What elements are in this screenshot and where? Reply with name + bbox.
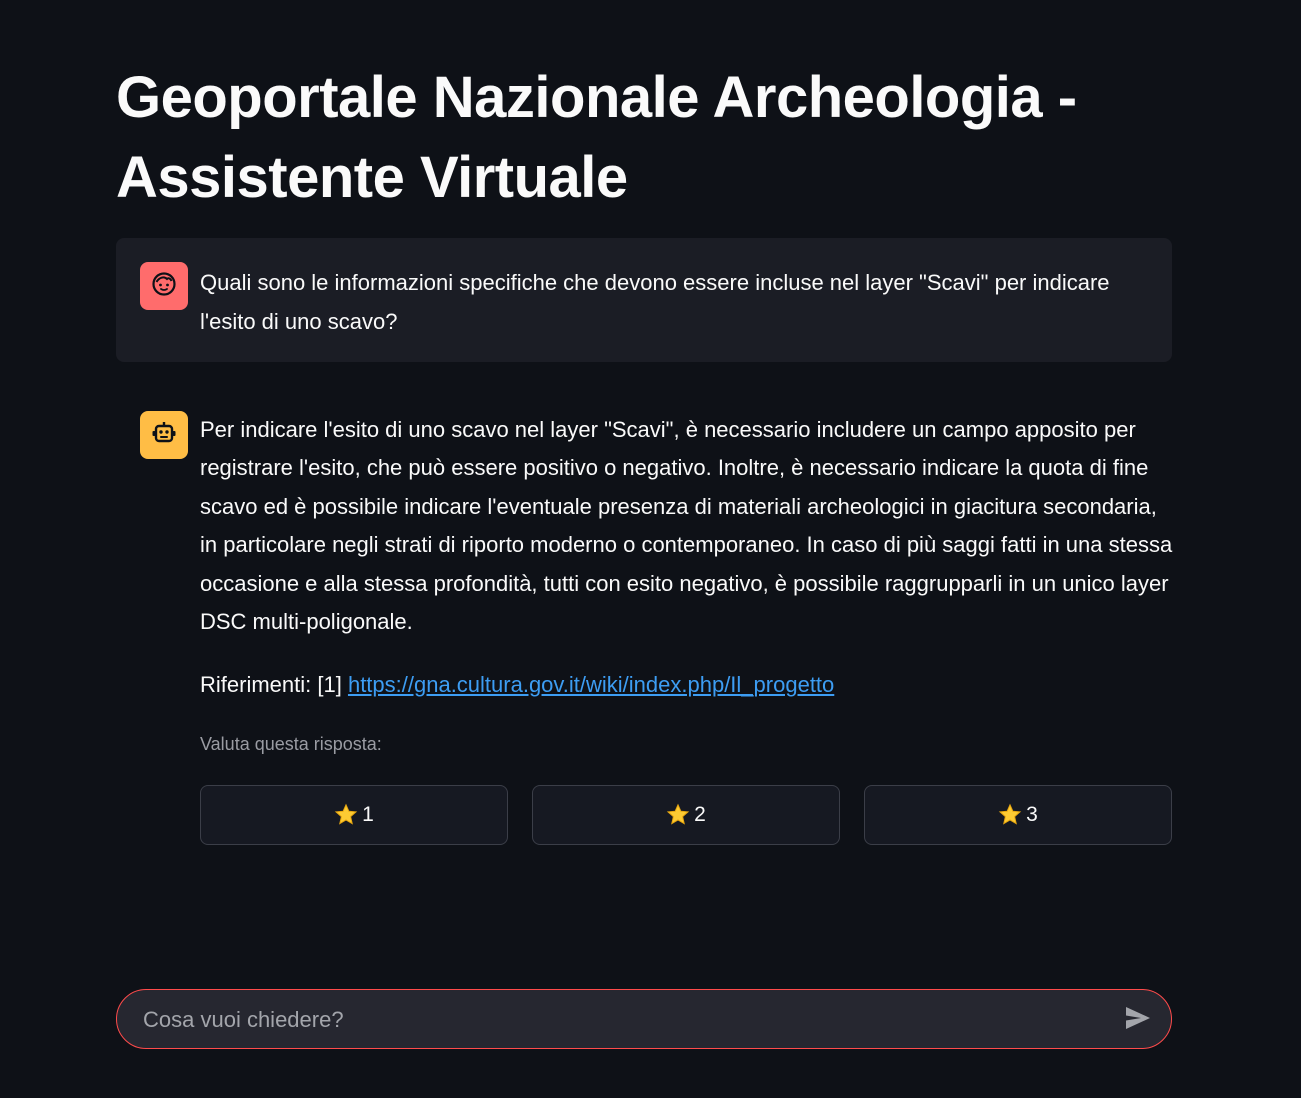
robot-icon: [150, 419, 178, 452]
rating-label: Valuta questa risposta:: [200, 734, 382, 754]
rating-button-3[interactable]: 3: [864, 785, 1172, 845]
references: Riferimenti: [1] https://gna.cultura.gov…: [200, 666, 834, 704]
send-button[interactable]: [1121, 1003, 1155, 1037]
user-message-text: Quali sono le informazioni specifiche ch…: [200, 270, 1110, 334]
send-icon: [1123, 1003, 1153, 1038]
reference-link[interactable]: https://gna.cultura.gov.it/wiki/index.ph…: [348, 672, 834, 697]
rating-button-2[interactable]: 2: [532, 785, 840, 845]
rating-button-label: 3: [1026, 803, 1038, 826]
user-message: Quali sono le informazioni specifiche ch…: [116, 238, 1172, 362]
chat-page: Geoportale Nazionale Archeologia - Assis…: [0, 0, 1301, 1098]
page-title: Geoportale Nazionale Archeologia - Assis…: [116, 65, 1077, 210]
chat-input-container: [116, 989, 1172, 1050]
rating-button-label: 1: [362, 803, 374, 826]
chat-input[interactable]: [141, 990, 1105, 1050]
assistant-avatar: [140, 411, 188, 459]
assistant-message-text: Per indicare l'esito di uno scavo nel la…: [200, 417, 1173, 635]
star-icon: [998, 803, 1022, 827]
rating-button-label: 2: [694, 803, 706, 826]
user-avatar: [140, 262, 188, 310]
star-icon: [666, 803, 690, 827]
face-icon: [150, 270, 178, 303]
star-icon: [334, 803, 358, 827]
rating-button-1[interactable]: 1: [200, 785, 508, 845]
references-label: Riferimenti: [1]: [200, 672, 342, 697]
